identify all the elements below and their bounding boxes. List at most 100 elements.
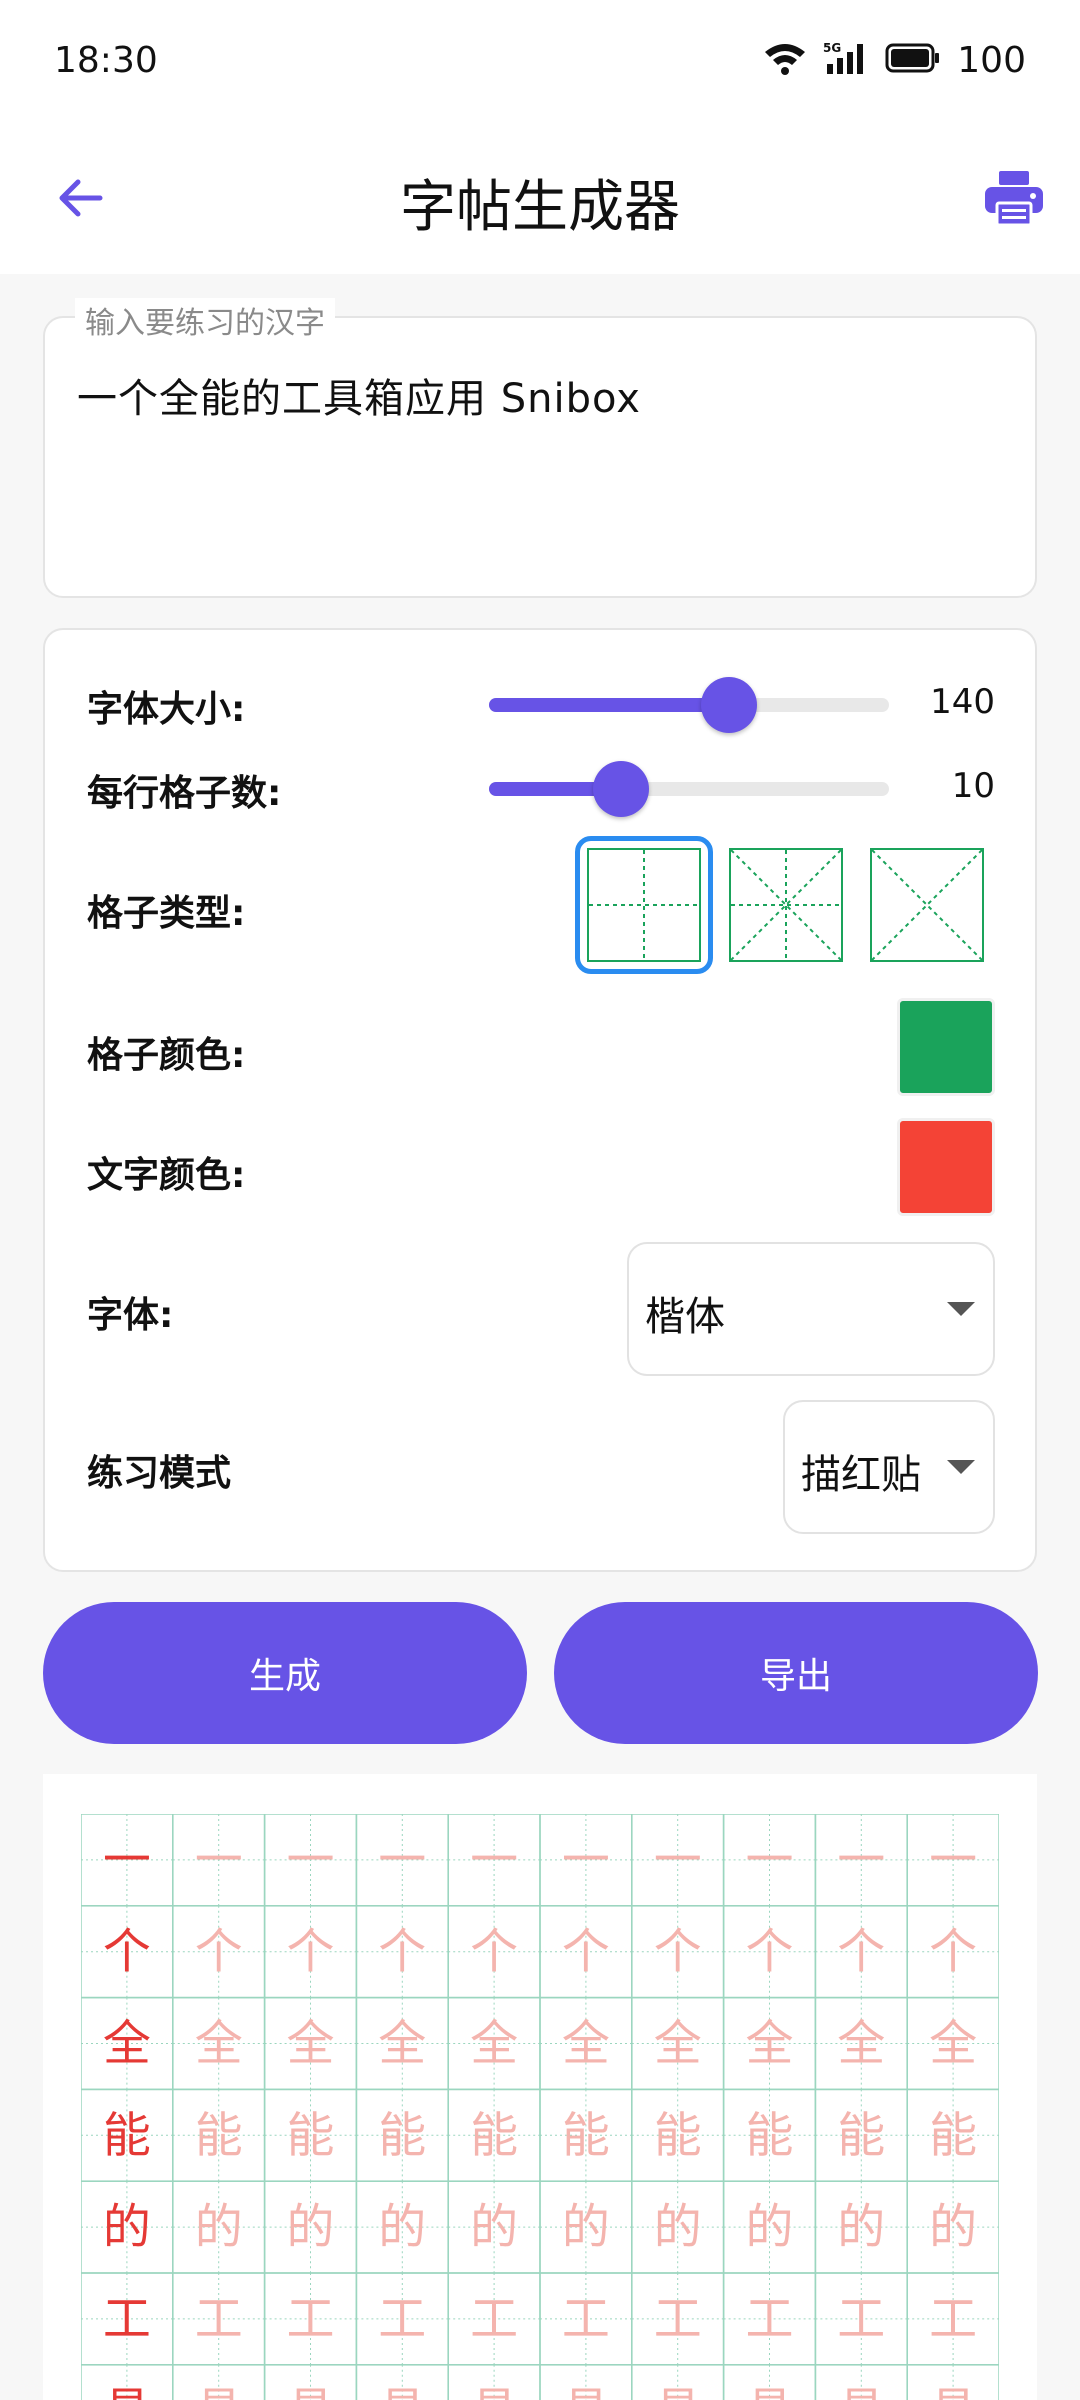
grid-cell: 具 xyxy=(539,2364,633,2400)
grid-cell: 工 xyxy=(172,2272,266,2366)
grid-cell: 能 xyxy=(631,2088,725,2182)
trace-character: 个 xyxy=(286,1924,334,1980)
tian-grid-icon xyxy=(589,850,699,960)
grid-cell: 的 xyxy=(906,2180,999,2274)
trace-character: 一 xyxy=(470,1832,518,1888)
trace-character: 工 xyxy=(195,2291,243,2347)
per-row-slider-thumb[interactable] xyxy=(593,761,649,817)
trace-character: 一 xyxy=(745,1832,793,1888)
grid-cell: 全 xyxy=(539,1996,633,2091)
status-time: 18:30 xyxy=(54,40,158,81)
practice-grid: 一一一一一一一一一一个个个个个个个个个个全全全全全全全全全全能能能能能能能能能能… xyxy=(81,1814,999,2400)
trace-character: 个 xyxy=(837,1924,885,1980)
trace-character: 工 xyxy=(286,2291,334,2347)
font-label: 字体: xyxy=(87,1295,174,1336)
trace-character: 具 xyxy=(378,2383,426,2400)
trace-character: 的 xyxy=(378,2199,426,2255)
grid-cell: 一 xyxy=(263,1814,358,1907)
grid-cell: 能 xyxy=(447,2088,541,2182)
grid-cell: 具 xyxy=(906,2364,999,2400)
trace-character: 具 xyxy=(745,2383,793,2400)
grid-cell: 一 xyxy=(447,1814,541,1907)
print-button[interactable] xyxy=(978,164,1050,236)
grid-cell: 工 xyxy=(814,2272,908,2366)
grid-cell: 个 xyxy=(631,1905,725,1999)
app-bar: 字帖生成器 xyxy=(0,126,1080,274)
font-size-value: 140 xyxy=(930,682,995,722)
grid-cell: 一 xyxy=(81,1814,174,1907)
font-size-slider-fill xyxy=(489,698,729,712)
font-dropdown[interactable]: 楷体 xyxy=(627,1242,995,1376)
grid-option-cross[interactable] xyxy=(870,848,984,962)
trace-character: 的 xyxy=(195,2199,243,2255)
trace-character: 工 xyxy=(929,2291,977,2347)
battery-icon xyxy=(885,42,941,78)
grid-cell: 能 xyxy=(814,2088,908,2182)
grid-cell: 一 xyxy=(814,1814,908,1907)
grid-option-mi[interactable] xyxy=(729,848,843,962)
grid-color-label: 格子颜色: xyxy=(87,1035,246,1076)
grid-cell: 一 xyxy=(355,1814,449,1907)
grid-cell: 工 xyxy=(722,2272,817,2366)
grid-cell: 全 xyxy=(722,1996,817,2091)
grid-cell: 一 xyxy=(172,1814,266,1907)
grid-cell: 全 xyxy=(447,1996,541,2091)
trace-character: 一 xyxy=(378,1832,426,1888)
trace-character: 的 xyxy=(562,2199,610,2255)
grid-cell: 工 xyxy=(631,2272,725,2366)
trace-character: 全 xyxy=(378,2016,426,2072)
trace-character: 一 xyxy=(654,1832,702,1888)
grid-color-swatch[interactable] xyxy=(897,998,995,1096)
page-title: 字帖生成器 xyxy=(400,175,680,240)
trace-character: 具 xyxy=(929,2383,977,2400)
status-icons: 5G 100 xyxy=(763,38,1026,82)
trace-character: 具 xyxy=(195,2383,243,2400)
input-value[interactable]: 一个全能的工具箱应用 Snibox xyxy=(77,366,1005,424)
trace-character: 工 xyxy=(654,2291,702,2347)
trace-character: 个 xyxy=(745,1924,793,1980)
settings-card: 字体大小: 140 每行格子数: 10 格子类型: 格子颜色: 文字颜色: 字体… xyxy=(43,628,1037,1572)
grid-cell: 工 xyxy=(539,2272,633,2366)
font-size-label: 字体大小: xyxy=(87,689,246,730)
trace-character: 全 xyxy=(286,2016,334,2072)
font-size-slider[interactable] xyxy=(489,677,889,733)
model-character: 工 xyxy=(103,2291,151,2347)
grid-cell: 全 xyxy=(355,1996,449,2091)
grid-cell: 能 xyxy=(355,2088,449,2182)
printer-icon xyxy=(983,169,1045,231)
generate-button[interactable]: 生成 xyxy=(43,1602,527,1744)
model-character: 全 xyxy=(103,2016,151,2072)
grid-cell: 一 xyxy=(722,1814,817,1907)
grid-cell: 具 xyxy=(172,2364,266,2400)
export-button[interactable]: 导出 xyxy=(554,1602,1038,1744)
text-color-swatch[interactable] xyxy=(897,1118,995,1216)
grid-cell: 全 xyxy=(263,1996,358,2091)
text-input-field[interactable]: 输入要练习的汉字 一个全能的工具箱应用 Snibox xyxy=(43,298,1037,598)
grid-option-tian[interactable] xyxy=(587,848,701,962)
grid-cell: 具 xyxy=(263,2364,358,2400)
grid-cell: 个 xyxy=(172,1905,266,1999)
font-size-slider-thumb[interactable] xyxy=(701,677,757,733)
grid-cell: 的 xyxy=(722,2180,817,2274)
grid-cell: 能 xyxy=(172,2088,266,2182)
grid-cell: 能 xyxy=(263,2088,358,2182)
mode-label: 练习模式 xyxy=(87,1453,232,1494)
grid-cell: 能 xyxy=(81,2088,174,2182)
trace-character: 工 xyxy=(378,2291,426,2347)
trace-character: 个 xyxy=(929,1924,977,1980)
mode-dropdown[interactable]: 描红贴 xyxy=(783,1400,995,1534)
trace-character: 一 xyxy=(195,1832,243,1888)
trace-character: 具 xyxy=(562,2383,610,2400)
trace-character: 具 xyxy=(654,2383,702,2400)
grid-cell: 能 xyxy=(539,2088,633,2182)
model-character: 个 xyxy=(103,1924,151,1980)
practice-sheet-preview: 一一一一一一一一一一个个个个个个个个个个全全全全全全全全全全能能能能能能能能能能… xyxy=(43,1774,1037,2400)
trace-character: 的 xyxy=(654,2199,702,2255)
trace-character: 个 xyxy=(195,1924,243,1980)
grid-cell: 个 xyxy=(355,1905,449,1999)
trace-character: 全 xyxy=(195,2016,243,2072)
trace-character: 的 xyxy=(929,2199,977,2255)
grid-cell: 的 xyxy=(263,2180,358,2274)
per-row-slider[interactable] xyxy=(489,761,889,817)
grid-cell: 工 xyxy=(81,2272,174,2366)
